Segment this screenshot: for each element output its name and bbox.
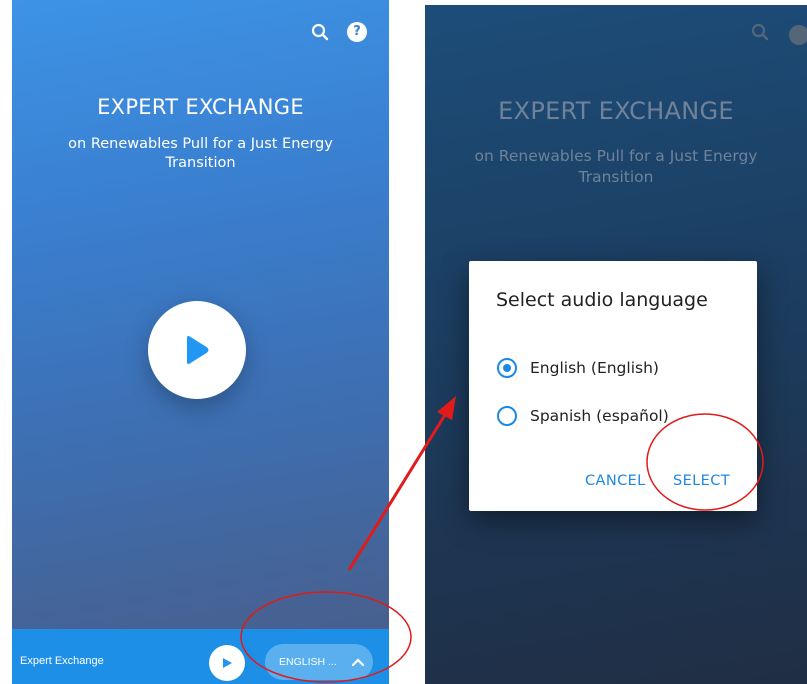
page-title: EXPERT EXCHANGE: [498, 97, 734, 125]
cancel-button[interactable]: CANCEL: [585, 473, 646, 489]
radio-unselected-icon[interactable]: [497, 406, 517, 426]
search-icon[interactable]: [311, 23, 329, 41]
select-button[interactable]: SELECT: [673, 473, 730, 489]
option-label: English (English): [530, 359, 659, 377]
language-label: ENGLISH ...: [279, 656, 337, 668]
help-icon[interactable]: ?: [347, 22, 367, 42]
audio-language-dialog: Select audio language English (English) …: [469, 261, 757, 511]
chevron-up-icon: [351, 658, 364, 667]
left-phone-screen: ? EXPERT EXCHANGE on Renewables Pull for…: [12, 0, 389, 684]
player-bottom-bar: Expert Exchange ENGLISH ...: [12, 629, 389, 684]
search-icon: [751, 23, 769, 46]
play-button[interactable]: [148, 301, 246, 399]
program-name: Expert Exchange: [20, 655, 104, 667]
page-title: EXPERT EXCHANGE: [97, 95, 304, 119]
language-option-english[interactable]: English (English): [497, 358, 659, 378]
mini-play-button[interactable]: [209, 645, 245, 681]
dialog-title: Select audio language: [496, 289, 708, 311]
page-subtitle: on Renewables Pull for a Just Energy Tra…: [68, 136, 333, 171]
page-subtitle: on Renewables Pull for a Just Energy Tra…: [474, 147, 758, 186]
left-top-icons: ?: [311, 22, 367, 42]
right-phone-screen: EXPERT EXCHANGE on Renewables Pull for a…: [425, 5, 807, 684]
play-icon: [187, 336, 209, 364]
radio-selected-icon[interactable]: [497, 358, 517, 378]
help-icon: [789, 24, 807, 45]
language-selector-button[interactable]: ENGLISH ...: [265, 644, 373, 680]
option-label: Spanish (español): [530, 407, 669, 425]
play-icon: [223, 658, 232, 668]
language-option-spanish[interactable]: Spanish (español): [497, 406, 669, 426]
right-top-icons: [751, 23, 807, 46]
